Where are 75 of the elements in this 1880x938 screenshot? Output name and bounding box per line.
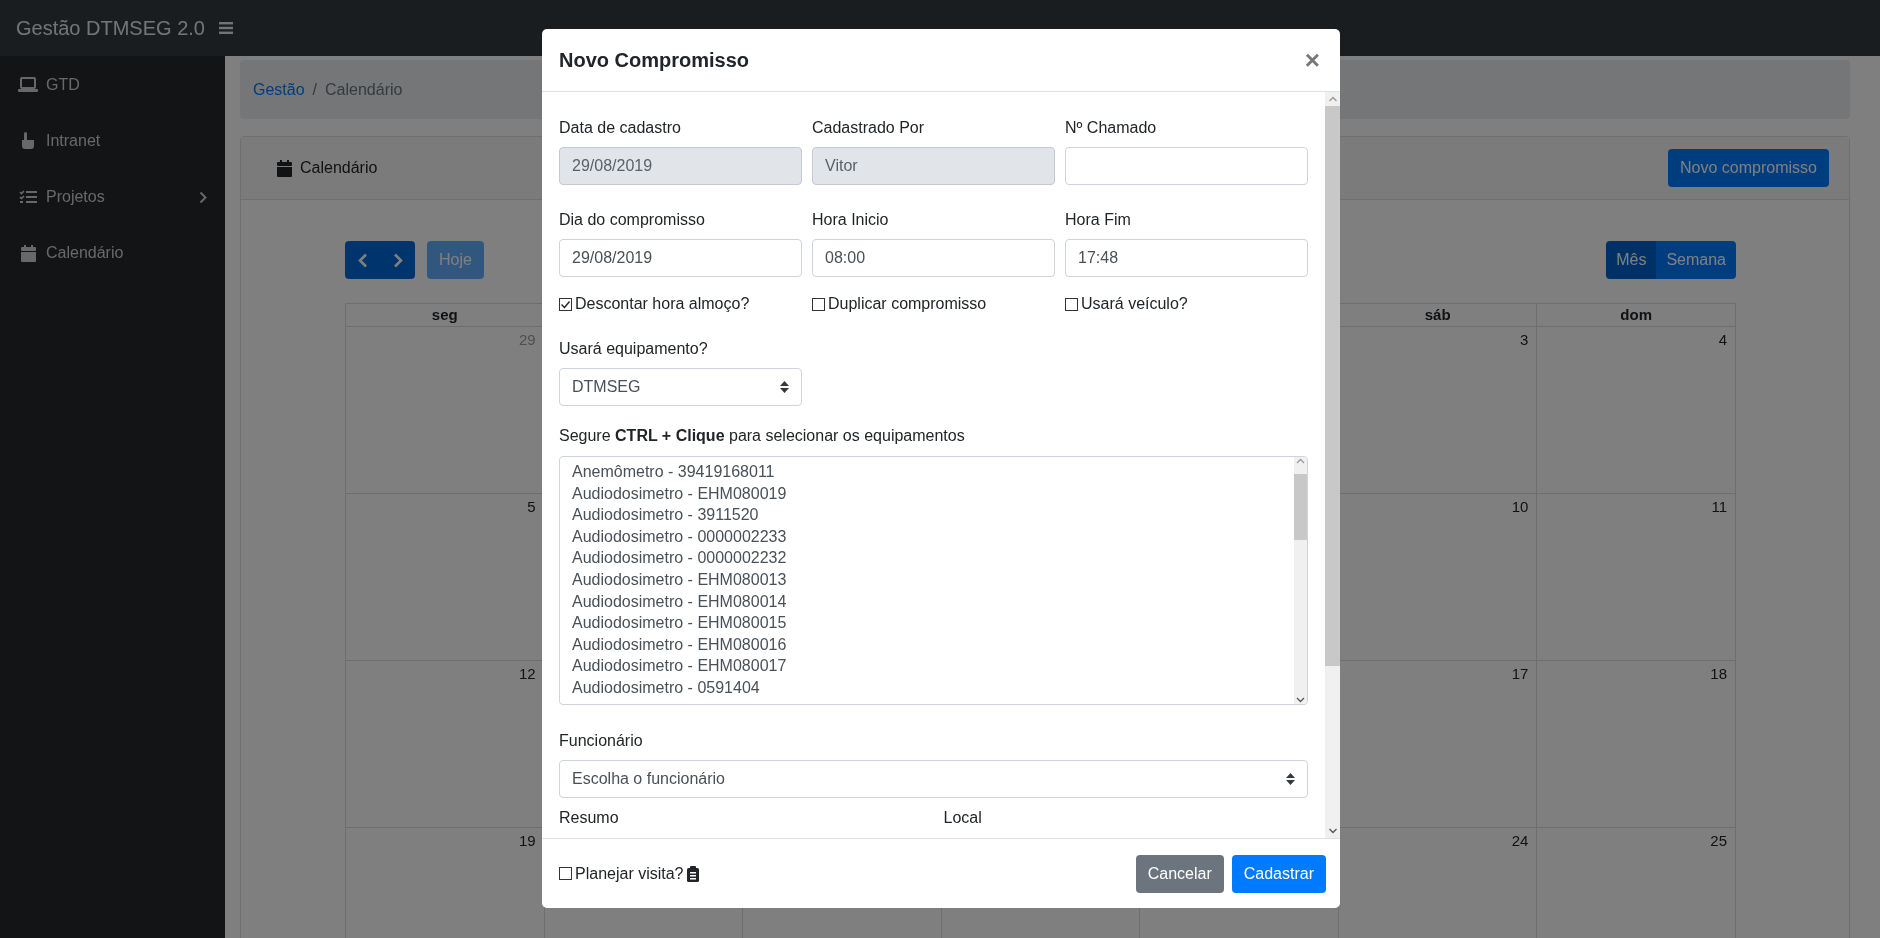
list-option[interactable]: Audiodosimetro - EHM080014 bbox=[572, 590, 1294, 613]
select-arrows-icon bbox=[780, 381, 789, 393]
day-number: 4 bbox=[1718, 331, 1727, 348]
text-field[interactable] bbox=[1065, 147, 1308, 185]
field-label: Funcionário bbox=[559, 731, 644, 751]
day-number: 24 bbox=[1511, 832, 1529, 849]
modal-title: Novo Compromisso bbox=[559, 48, 750, 72]
day-number: 19 bbox=[518, 832, 536, 849]
field-label: Hora Inicio bbox=[812, 210, 890, 230]
weekday-header: sáb bbox=[1338, 303, 1538, 327]
checkbox[interactable] bbox=[559, 867, 572, 880]
day-number: 12 bbox=[518, 665, 536, 682]
text-field[interactable]: 29/08/2019 bbox=[559, 147, 802, 185]
list-option[interactable]: Audiodosimetro - 0000002233 bbox=[572, 525, 1294, 548]
cancel-button[interactable]: Cancelar bbox=[1135, 854, 1224, 893]
checkbox[interactable] bbox=[559, 297, 572, 311]
text-field[interactable]: Vitor bbox=[812, 147, 1055, 185]
clipboard-icon bbox=[686, 865, 699, 882]
field-label: Cadastrado Por bbox=[812, 118, 926, 138]
pointing-hand-icon bbox=[21, 132, 35, 150]
field-label: Nº Chamado bbox=[1065, 118, 1158, 138]
list-option[interactable]: Audiodosimetro - EHM080015 bbox=[572, 612, 1294, 634]
scroll-up-icon[interactable] bbox=[1296, 457, 1305, 465]
equipment-listbox[interactable] bbox=[559, 456, 1308, 705]
list-option[interactable]: Audiodosimetro - 3911520 bbox=[572, 504, 1294, 526]
field-label: Usará equipamento? bbox=[559, 339, 709, 359]
chevron-right-icon bbox=[392, 252, 403, 268]
day-number: 17 bbox=[1511, 665, 1529, 682]
checkbox[interactable] bbox=[812, 297, 825, 311]
checkbox[interactable] bbox=[1065, 297, 1078, 311]
field-label: Resumo bbox=[559, 808, 620, 828]
card-title: Calendário bbox=[300, 159, 378, 177]
day-number: 5 bbox=[527, 498, 536, 515]
checkbox-label[interactable]: Planejar visita? bbox=[575, 864, 684, 883]
checkbox-label[interactable]: Descontar hora almoço? bbox=[575, 295, 750, 313]
breadcrumb-current: Calendário bbox=[325, 80, 403, 99]
list-option[interactable]: Anemômetro - 39419168011 bbox=[572, 461, 1294, 483]
field-label: Data de cadastro bbox=[559, 118, 682, 138]
list-option[interactable]: Audiodosimetro - 0591404 bbox=[572, 676, 1294, 699]
equipment-select[interactable]: DTMSEG bbox=[559, 368, 802, 406]
field-label: Dia do compromisso bbox=[559, 210, 706, 230]
scrollbar[interactable] bbox=[1325, 92, 1340, 838]
checkbox-label[interactable]: Duplicar compromisso bbox=[828, 295, 987, 313]
chevron-left-icon bbox=[357, 252, 368, 268]
scroll-down-icon[interactable] bbox=[1296, 696, 1305, 704]
employee-select[interactable]: Escolha o funcionário bbox=[559, 760, 1308, 798]
list-option[interactable]: Audiodosimetro - EHM080013 bbox=[572, 568, 1294, 591]
weekday-header: dom bbox=[1537, 303, 1736, 327]
submit-button[interactable]: Cadastrar bbox=[1231, 854, 1326, 893]
hint-text: Segure CTRL + Clique para selecionar os equipamentos bbox=[559, 426, 966, 446]
app-title: Gestão DTMSEG 2.0 bbox=[16, 16, 205, 40]
calendar-icon bbox=[277, 159, 292, 177]
day-number: 18 bbox=[1710, 665, 1727, 682]
list-option[interactable]: Audiodosimetro - EHM080017 bbox=[572, 655, 1294, 677]
checklist-icon bbox=[19, 189, 37, 205]
list-option[interactable]: Audiodosimetro - EHM080016 bbox=[572, 633, 1294, 656]
calendar-icon bbox=[20, 244, 36, 262]
day-number: 11 bbox=[1711, 498, 1727, 515]
select-arrows-icon bbox=[1286, 773, 1295, 785]
day-number: 3 bbox=[1520, 331, 1529, 348]
text-field[interactable]: 08:00 bbox=[812, 239, 1055, 277]
scrollbar[interactable] bbox=[1294, 457, 1307, 704]
menu-icon[interactable] bbox=[218, 22, 233, 34]
list-option[interactable]: Audiodosimetro - 0000002232 bbox=[572, 547, 1294, 569]
list-option[interactable]: Audiodosimetro - EHM080019 bbox=[572, 482, 1294, 505]
field-label: Local bbox=[943, 808, 983, 828]
day-number: 10 bbox=[1511, 498, 1529, 515]
text-field[interactable]: 17:48 bbox=[1065, 239, 1308, 277]
checkbox-label[interactable]: Usará veículo? bbox=[1081, 295, 1188, 313]
field-label: Hora Fim bbox=[1065, 210, 1132, 230]
text-field[interactable]: 29/08/2019 bbox=[559, 239, 802, 277]
day-number: 25 bbox=[1710, 832, 1727, 849]
close-button[interactable]: × bbox=[1300, 47, 1324, 73]
laptop-icon bbox=[18, 77, 38, 93]
breadcrumb-separator: / bbox=[312, 80, 318, 99]
